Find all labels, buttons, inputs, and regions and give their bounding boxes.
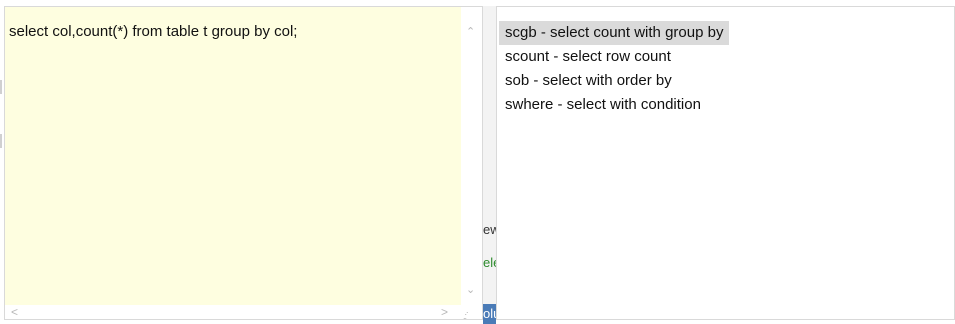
template-preview-text: select col,count(*) from table t group b… [9,23,298,40]
editor-fragment [0,134,2,148]
suggestion-label: scgb - select count with group by [505,24,724,41]
editor-fragment [0,80,2,94]
suggestion-item-sob[interactable]: sob - select with order by [499,69,678,93]
resize-grip-icon[interactable]: ..: [463,306,479,321]
scroll-up-icon[interactable]: ⌃ [466,25,475,38]
editor-fragment-text: ele [483,255,496,270]
scroll-right-icon[interactable]: > [441,305,448,319]
suggestion-label: sob - select with order by [505,72,672,89]
horizontal-scrollbar[interactable]: < > [5,305,461,319]
suggestion-label: swhere - select with condition [505,96,701,113]
scroll-down-icon[interactable]: ⌄ [466,283,475,296]
template-preview-popup: select col,count(*) from table t group b… [4,6,483,321]
editor-fragment-text: ew [483,222,496,237]
vertical-scrollbar[interactable]: ⌃ ⌄ [461,7,482,305]
suggestion-item-swhere[interactable]: swhere - select with condition [499,93,707,117]
suggestion-label: scount - select row count [505,48,671,65]
suggestion-item-scount[interactable]: scount - select row count [499,45,677,69]
suggestion-item-scgb[interactable]: scgb - select count with group by [499,21,730,45]
template-suggestion-list: scgb - select count with group by scount… [496,6,955,320]
editor-fragment-tab: olu [483,304,496,324]
scroll-left-icon[interactable]: < [11,305,18,319]
template-preview-text-area[interactable]: select col,count(*) from table t group b… [5,7,461,305]
underlying-editor-gap [483,6,496,324]
